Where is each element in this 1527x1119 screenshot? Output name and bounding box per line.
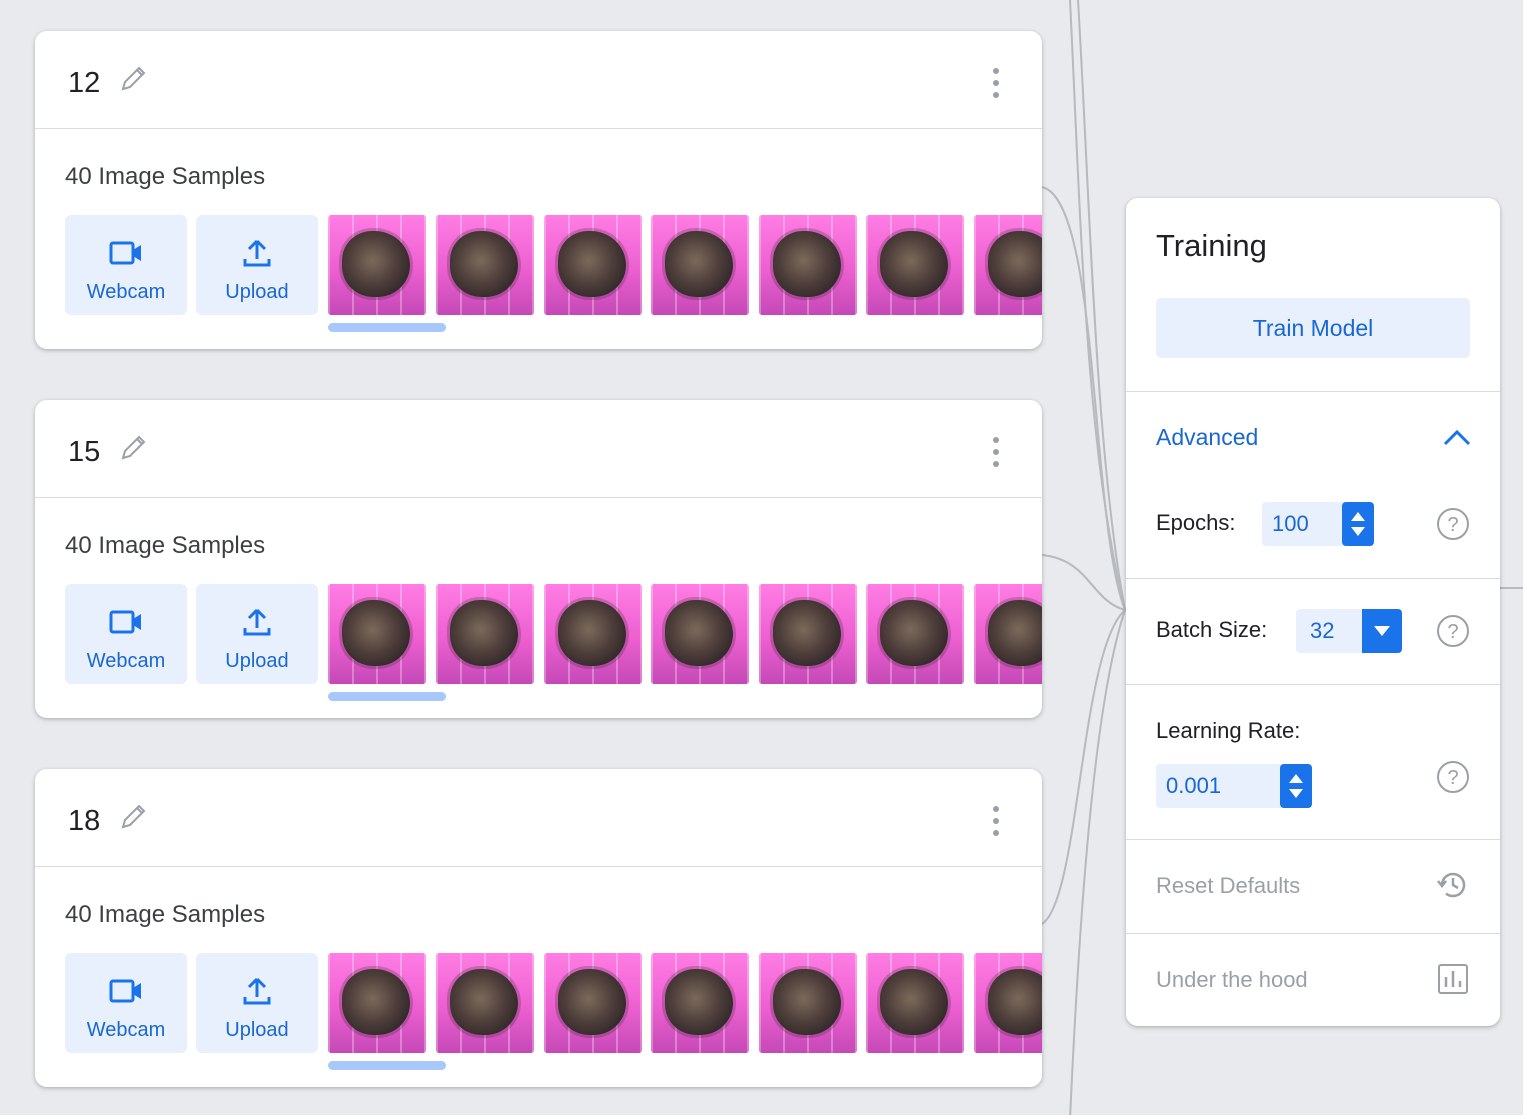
dropdown-arrow-icon[interactable] — [1362, 609, 1402, 653]
spinner-icon[interactable] — [1280, 764, 1312, 808]
webcam-button[interactable]: Webcam — [65, 953, 187, 1053]
sample-thumbnail[interactable] — [974, 953, 1042, 1053]
sample-thumbnails[interactable] — [328, 584, 1042, 684]
more-vert-icon[interactable] — [990, 805, 1002, 837]
more-vert-icon[interactable] — [990, 67, 1002, 99]
batch-size-dropdown[interactable]: 32 — [1296, 609, 1402, 653]
pencil-icon[interactable] — [117, 801, 149, 833]
training-panel: Training Train Model Advanced Epochs: 10… — [1126, 198, 1500, 1026]
history-icon[interactable] — [1436, 868, 1470, 902]
reset-defaults-button[interactable]: Reset Defaults — [1156, 873, 1300, 899]
webcam-button[interactable]: Webcam — [65, 215, 187, 315]
class-card-header: 12 — [35, 31, 1042, 129]
divider — [1126, 391, 1500, 392]
divider — [1126, 933, 1500, 934]
class-card-18: 18 40 Image Samples Webcam Upload — [35, 769, 1042, 1087]
page-edge — [0, 1115, 1527, 1119]
advanced-toggle[interactable]: Advanced — [1156, 424, 1258, 451]
upload-icon — [243, 239, 271, 267]
upload-button[interactable]: Upload — [196, 953, 318, 1053]
sample-count: 40 Image Samples — [65, 163, 266, 190]
upload-label: Upload — [225, 281, 289, 303]
sample-thumbnail[interactable] — [436, 953, 534, 1053]
sample-thumbnail[interactable] — [544, 953, 642, 1053]
divider — [1126, 684, 1500, 685]
upload-label: Upload — [225, 1019, 289, 1041]
spinner-icon[interactable] — [1342, 502, 1374, 546]
help-icon[interactable]: ? — [1436, 614, 1470, 648]
epochs-field[interactable]: 100 — [1262, 502, 1374, 546]
sample-thumbnail[interactable] — [759, 953, 857, 1053]
page-edge — [1523, 0, 1527, 1119]
sample-thumbnail[interactable] — [328, 584, 426, 684]
learning-rate-label: Learning Rate: — [1156, 718, 1301, 743]
webcam-label: Webcam — [86, 1019, 166, 1041]
sample-thumbnail[interactable] — [974, 584, 1042, 684]
class-card-15: 15 40 Image Samples Webcam Upload — [35, 400, 1042, 718]
batch-size-value[interactable]: 32 — [1310, 618, 1334, 644]
learning-rate-value[interactable]: 0.001 — [1166, 773, 1221, 799]
sample-thumbnail[interactable] — [328, 953, 426, 1053]
help-icon[interactable]: ? — [1436, 507, 1470, 541]
upload-button[interactable]: Upload — [196, 215, 318, 315]
upload-label: Upload — [225, 650, 289, 672]
sample-count: 40 Image Samples — [65, 901, 266, 928]
webcam-icon — [109, 979, 141, 1003]
sample-thumbnail[interactable] — [759, 584, 857, 684]
class-card-header: 15 — [35, 400, 1042, 498]
sample-thumbnail[interactable] — [759, 215, 857, 315]
class-name[interactable]: 18 — [68, 805, 100, 838]
webcam-label: Webcam — [86, 650, 166, 672]
divider — [1126, 839, 1500, 840]
epochs-value[interactable]: 100 — [1272, 511, 1309, 537]
epochs-label: Epochs: — [1156, 510, 1236, 535]
svg-text:?: ? — [1447, 621, 1458, 643]
learning-rate-field[interactable]: 0.001 — [1156, 764, 1312, 808]
help-icon[interactable]: ? — [1436, 760, 1470, 794]
more-vert-icon[interactable] — [990, 436, 1002, 468]
batch-size-label: Batch Size: — [1156, 617, 1268, 642]
svg-text:?: ? — [1447, 767, 1458, 789]
class-card-12: 12 40 Image Samples Webcam Upload — [35, 31, 1042, 349]
pencil-icon[interactable] — [117, 432, 149, 464]
sample-thumbnail[interactable] — [328, 215, 426, 315]
class-name[interactable]: 15 — [68, 436, 100, 469]
sample-thumbnail[interactable] — [866, 215, 964, 315]
upload-button[interactable]: Upload — [196, 584, 318, 684]
sample-thumbnail[interactable] — [866, 953, 964, 1053]
sample-thumbnail[interactable] — [544, 584, 642, 684]
under-the-hood-button[interactable]: Under the hood — [1156, 967, 1308, 993]
sample-thumbnail[interactable] — [436, 215, 534, 315]
sample-thumbnail[interactable] — [651, 584, 749, 684]
training-title: Training — [1156, 228, 1267, 263]
sample-thumbnails[interactable] — [328, 215, 1042, 315]
thumbnail-scroll-indicator[interactable] — [328, 1061, 446, 1070]
thumbnail-scroll-indicator[interactable] — [328, 692, 446, 701]
thumbnail-scroll-indicator[interactable] — [328, 323, 446, 332]
webcam-icon — [109, 610, 141, 634]
sample-thumbnail[interactable] — [436, 584, 534, 684]
class-card-header: 18 — [35, 769, 1042, 867]
sample-thumbnail[interactable] — [651, 953, 749, 1053]
pencil-icon[interactable] — [117, 63, 149, 95]
sample-count: 40 Image Samples — [65, 532, 266, 559]
sample-thumbnail[interactable] — [544, 215, 642, 315]
webcam-button[interactable]: Webcam — [65, 584, 187, 684]
upload-icon — [243, 977, 271, 1005]
sample-thumbnail[interactable] — [651, 215, 749, 315]
train-model-button[interactable]: Train Model — [1156, 298, 1470, 358]
svg-text:?: ? — [1447, 514, 1458, 536]
divider — [1126, 578, 1500, 579]
sample-thumbnail[interactable] — [974, 215, 1042, 315]
webcam-label: Webcam — [86, 281, 166, 303]
class-name[interactable]: 12 — [68, 67, 100, 100]
sample-thumbnails[interactable] — [328, 953, 1042, 1053]
webcam-icon — [109, 241, 141, 265]
upload-icon — [243, 608, 271, 636]
sample-thumbnail[interactable] — [866, 584, 964, 684]
bar-chart-icon[interactable] — [1436, 962, 1470, 996]
chevron-up-icon[interactable] — [1442, 426, 1472, 450]
